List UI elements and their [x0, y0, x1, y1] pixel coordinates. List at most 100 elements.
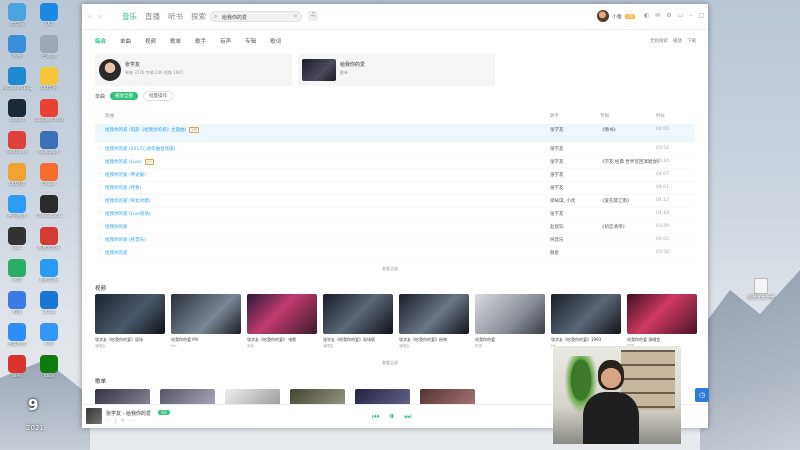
mail-icon[interactable]: ✉	[655, 12, 660, 19]
video-card[interactable]: 给我你的爱 MV MV	[171, 294, 241, 349]
song-title[interactable]: 给我你的爱 (粤语版)	[105, 172, 146, 178]
batch-button[interactable]: 批量操作	[143, 91, 174, 101]
song-title[interactable]: 给我你的爱 (2017心动作曲合作版)	[105, 146, 175, 152]
search-box[interactable]: ⌕ 给我你的爱 ×	[210, 11, 302, 22]
top-nav-tab[interactable]: 直播	[145, 11, 160, 22]
song-singer[interactable]: 赵宸钧	[550, 224, 564, 230]
table-row[interactable]: ♡ 给我你的爱 (粤语版) 张学友 04:07	[95, 169, 695, 182]
table-row[interactable]: ♡ 给我你的爱 (Live) SQ 张学友 《学友 经典 世界巡回演唱会》 05:10	[95, 156, 695, 169]
result-tab[interactable]: 歌手	[195, 37, 206, 45]
table-row[interactable]: ♡ 给我你的爱 (纯音乐) 纯音乐 04:05	[95, 234, 695, 247]
table-row[interactable]: ♡ 给我你的爱 (男女对唱) 梁咏琪, 小优 《爱在醉江南》 04:12	[95, 195, 695, 208]
desktop-icon[interactable]: QQ	[34, 3, 64, 28]
table-row[interactable]: ♡ 给我你的爱 群星 03:58	[95, 247, 695, 260]
maximize-icon[interactable]: □	[698, 12, 704, 19]
song-singer[interactable]: 张学友	[550, 159, 564, 165]
like-icon[interactable]: ♡	[97, 172, 101, 177]
like-icon[interactable]: ♡	[97, 237, 101, 242]
like-icon[interactable]: ♡	[97, 127, 101, 132]
like-icon[interactable]: ♡	[97, 185, 101, 190]
table-row[interactable]: ♡ 给我你的爱 (2017心动作曲合作版) 张学友 03:54	[95, 143, 695, 156]
top-nav-tab[interactable]: 探索	[191, 11, 206, 22]
song-singer[interactable]: 张学友	[550, 185, 564, 191]
song-singer[interactable]: 张学友	[550, 211, 564, 217]
minimize-icon[interactable]: –	[689, 12, 692, 19]
result-tab[interactable]: 歌单	[170, 37, 181, 45]
table-row[interactable]: ♡ 给我你的爱 (伴奏) 张学友 04:01	[95, 182, 695, 195]
video-caption[interactable]: 张学友《给我你的爱》经典	[399, 337, 469, 343]
top-nav-tab[interactable]: 音乐	[122, 11, 137, 22]
song-album[interactable]: 《学友 经典 世界巡回演唱会》	[600, 159, 661, 165]
playlist-card[interactable]: 给我你的爱 歌单	[298, 54, 495, 86]
now-playing-cover[interactable]	[86, 408, 102, 424]
video-thumbnail[interactable]	[95, 294, 165, 334]
song-title[interactable]: 给我你的爱 (伴奏)	[105, 185, 141, 191]
video-thumbnail[interactable]	[323, 294, 393, 334]
video-caption[interactable]: 给我你的爱 MV	[171, 337, 241, 343]
video-thumbnail[interactable]	[247, 294, 317, 334]
desktop-icon[interactable]: 此电脑	[2, 3, 32, 28]
result-tab[interactable]: 综合	[95, 37, 106, 45]
song-title[interactable]: 给我你的爱	[105, 224, 128, 230]
desktop-icon[interactable]: Uplay	[34, 291, 64, 316]
like-icon[interactable]: ♡	[97, 146, 101, 151]
song-singer[interactable]: 梁咏琪, 小优	[550, 198, 575, 204]
desktop-icon[interactable]: Wallpaper	[34, 131, 64, 156]
desktop-icon[interactable]: Google Chrome	[34, 99, 64, 124]
quality-badge[interactable]: SQ	[158, 410, 170, 415]
video-thumbnail[interactable]	[551, 294, 621, 334]
pause-icon[interactable]: ⏸	[389, 411, 394, 422]
table-row[interactable]: ♡ 给我你的爱 (电影《给我你的爱》主题曲) VIP 张学友 《情书》 04:06	[95, 124, 695, 143]
result-tab[interactable]: 有声	[220, 37, 231, 45]
song-album[interactable]: 《情书》	[600, 127, 618, 133]
now-playing-title[interactable]: 张学友 - 给我你的爱	[106, 410, 151, 417]
desktop-icon[interactable]: WPS	[2, 355, 32, 380]
video-card[interactable]: 给我你的爱 演唱会现场	[627, 294, 697, 349]
video-caption[interactable]: 张学友《给我你的爱》 电影	[247, 337, 317, 343]
search-input[interactable]: 给我你的爱	[222, 14, 247, 21]
song-album[interactable]: 《初恋清单》	[600, 224, 627, 230]
song-title[interactable]: 给我你的爱 (纯音乐)	[105, 237, 146, 243]
like-icon[interactable]: ♡	[97, 198, 101, 203]
desktop-icon[interactable]: Epic	[2, 227, 32, 252]
table-row[interactable]: ♡ 给我你的爱 (Live现场) 张学友 04:18	[95, 208, 695, 221]
desktop-icon[interactable]: QQ游戏	[2, 163, 32, 188]
previous-icon[interactable]: ⏮	[372, 412, 379, 422]
more-songs-link[interactable]: 查看全部	[382, 266, 398, 272]
video-caption[interactable]: 张学友《给我你的爱》现场版	[323, 337, 393, 343]
song-title[interactable]: 给我你的爱 (Live)	[105, 160, 142, 165]
song-title[interactable]: 给我你的爱	[105, 250, 128, 256]
song-singer[interactable]: 纯音乐	[550, 237, 564, 243]
video-card[interactable]: 张学友《给我你的爱》 电影 电影	[247, 294, 317, 349]
like-icon[interactable]: ♡	[97, 159, 101, 164]
desktop-icon[interactable]: WeGame	[2, 131, 32, 156]
desktop-icon[interactable]: QQ音乐	[34, 67, 64, 92]
desktop-icon[interactable]: 酷狗音乐	[34, 259, 64, 284]
mini-mode-icon[interactable]: ▭	[678, 12, 684, 19]
desktop-icon[interactable]: 百度网盘	[2, 323, 32, 348]
more-videos-link[interactable]: 查看全部	[382, 360, 398, 366]
video-caption[interactable]: 给我你的爱	[475, 337, 545, 343]
video-card[interactable]: 给我你的爱 现场	[475, 294, 545, 349]
tab-action[interactable]: 下载	[687, 38, 696, 44]
desktop-icon[interactable]: 网易云音乐	[34, 227, 64, 252]
next-icon[interactable]: ⏭	[404, 412, 411, 422]
tab-action[interactable]: 播放	[673, 38, 682, 44]
forward-icon[interactable]: ›	[98, 12, 101, 21]
back-icon[interactable]: ‹	[88, 12, 91, 21]
desktop-icon[interactable]: 回收站	[34, 35, 64, 60]
song-singer[interactable]: 张学友	[550, 146, 564, 152]
video-card[interactable]: 张学友《给我你的爱》1993MV	[551, 294, 621, 349]
artist-card[interactable]: 张学友 单曲 3726 专辑 246 视频 1647	[95, 54, 292, 86]
avatar[interactable]	[597, 10, 609, 22]
video-thumbnail[interactable]	[171, 294, 241, 334]
song-title[interactable]: 给我你的爱 (电影《给我你的爱》主题曲)	[105, 128, 186, 133]
side-float-icon[interactable]: ◷	[695, 388, 709, 402]
user-area[interactable]: 小鱼 VIP	[597, 10, 636, 22]
desktop-icon[interactable]: Xbox	[34, 355, 64, 380]
desktop-icon[interactable]: 钉钉	[34, 323, 64, 348]
tab-action[interactable]: 无损搜索	[650, 38, 668, 44]
like-icon[interactable]: ♡	[106, 418, 110, 424]
like-icon[interactable]: ♡	[97, 224, 101, 229]
table-row[interactable]: ♡ 给我你的爱 赵宸钧 《初恋清单》 03:49	[95, 221, 695, 234]
